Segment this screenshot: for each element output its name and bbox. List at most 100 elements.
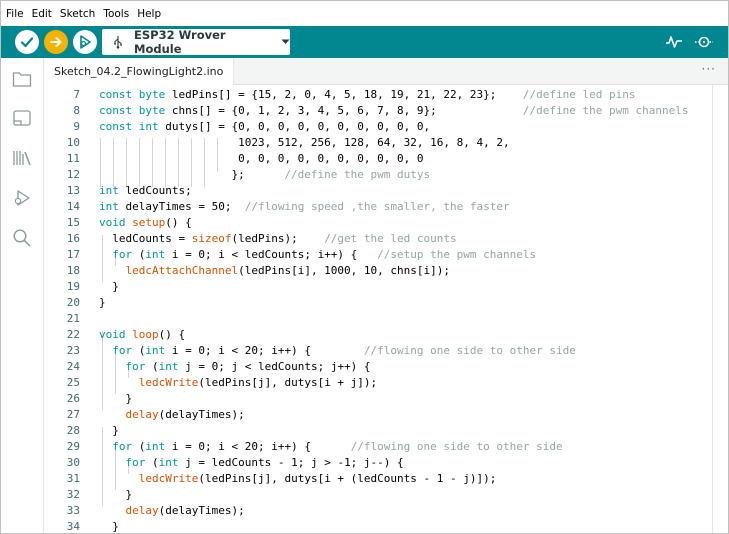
code-line[interactable]: 25 ledcWrite(ledPins[j], dutys[i + j]);: [44, 375, 724, 391]
verify-icon: [20, 37, 34, 48]
menu-tools[interactable]: Tools: [103, 8, 129, 20]
code-line[interactable]: 15 void setup() {: [44, 215, 724, 231]
code-line[interactable]: 27 delay(delayTimes);: [44, 407, 724, 423]
code-line[interactable]: 8 const byte chns[] = {0, 1, 2, 3, 4, 5, …: [44, 103, 724, 119]
upload-button[interactable]: [44, 30, 68, 54]
serial-plotter-icon: [666, 36, 682, 48]
code-line[interactable]: 34 }: [44, 519, 724, 533]
usb-icon: [112, 35, 124, 49]
line-text: }: [99, 280, 119, 293]
boards-manager-button[interactable]: [10, 106, 34, 130]
code-line[interactable]: 16 ledCounts = sizeof(ledPins); //get th…: [44, 231, 724, 247]
line-text: const byte ledPins[] = {15, 2, 0, 4, 5, …: [99, 88, 636, 101]
board-selector[interactable]: ESP32 Wrover Module: [102, 28, 290, 56]
line-text: int ledCounts;: [99, 184, 192, 197]
line-number: 17: [66, 248, 80, 261]
debugger-button[interactable]: [10, 186, 34, 210]
line-number: 29: [66, 440, 80, 453]
tab-label: Sketch_04.2_FlowingLight2.ino: [54, 65, 224, 78]
line-text: ledcWrite(ledPins[j], dutys[i + (ledCoun…: [138, 472, 497, 485]
code-line[interactable]: 19 }: [44, 279, 724, 295]
line-number: 27: [66, 408, 80, 421]
line-text: void loop() {: [99, 328, 186, 341]
line-text: for (int i = 0; i < 20; i++) { //flowing…: [112, 344, 576, 357]
line-number: 20: [66, 296, 80, 309]
line-text: }: [99, 392, 133, 405]
code-line[interactable]: 30 for (int j = ledCounts - 1; j > -1; j…: [44, 455, 724, 471]
line-text: 0, 0, 0, 0, 0, 0, 0, 0, 0, 0: [99, 152, 424, 165]
code-line[interactable]: 31 ledcWrite(ledPins[j], dutys[i + (ledC…: [44, 471, 724, 487]
line-text: void setup() {: [99, 216, 192, 229]
line-number: 15: [66, 216, 80, 229]
line-text: }; //define the pwm dutys: [99, 168, 431, 181]
line-number: 33: [66, 504, 80, 517]
code-line[interactable]: 28 }: [44, 423, 724, 439]
line-number: 16: [66, 232, 80, 245]
menu-bar: File Edit Sketch Tools Help: [1, 1, 728, 26]
library-manager-icon: [13, 151, 31, 166]
code-editor[interactable]: 7 const byte ledPins[] = {15, 2, 0, 4, 5,…: [44, 85, 728, 533]
serial-monitor-button[interactable]: [693, 26, 715, 58]
debug-icon: [80, 35, 91, 49]
line-number: 9: [73, 120, 80, 133]
debug-button[interactable]: [73, 30, 97, 54]
menu-edit[interactable]: Edit: [32, 8, 52, 20]
line-number: 19: [66, 280, 80, 293]
code-line[interactable]: 22 void loop() {: [44, 327, 724, 343]
line-number: 14: [66, 200, 80, 213]
library-manager-button[interactable]: [10, 146, 34, 170]
line-text: for (int i = 0; i < ledCounts; i++) { //…: [112, 248, 537, 261]
verify-button[interactable]: [15, 30, 39, 54]
board-name: ESP32 Wrover Module: [134, 28, 226, 56]
code-line[interactable]: 33 delay(delayTimes);: [44, 503, 724, 519]
editor-scrollbar[interactable]: [712, 85, 713, 533]
line-number: 7: [73, 88, 80, 101]
more-options-icon[interactable]: ···: [702, 62, 716, 76]
code-line[interactable]: 9 const int dutys[] = {0, 0, 0, 0, 0, 0, …: [44, 119, 724, 135]
line-text: 1023, 512, 256, 128, 64, 32, 16, 8, 4, 2…: [99, 136, 510, 149]
ide-window: File Edit Sketch Tools Help ESP32 Wrover…: [0, 0, 729, 534]
code-line[interactable]: 14 int delayTimes = 50; //flowing speed ,…: [44, 199, 724, 215]
code-line[interactable]: 26 }: [44, 391, 724, 407]
line-number: 8: [73, 104, 80, 117]
code-line[interactable]: 13 int ledCounts;: [44, 183, 724, 199]
menu-file[interactable]: File: [6, 8, 24, 20]
boards-manager-icon: [13, 110, 31, 126]
code-line[interactable]: 24 for (int j = 0; j < ledCounts; j++) {: [44, 359, 724, 375]
tab-bar: Sketch_04.2_FlowingLight2.ino ···: [44, 58, 728, 85]
code-line[interactable]: 17 for (int i = 0; i < ledCounts; i++) {…: [44, 247, 724, 263]
serial-plotter-button[interactable]: [665, 26, 683, 58]
sketchbook-icon: [12, 72, 32, 87]
line-text: int delayTimes = 50; //flowing speed ,th…: [99, 200, 510, 213]
line-text: delay(delayTimes);: [125, 504, 245, 517]
chevron-down-icon: [281, 39, 290, 45]
code-line[interactable]: 32 }: [44, 487, 724, 503]
code-line[interactable]: 23 for (int i = 0; i < 20; i++) { //flow…: [44, 343, 724, 359]
line-text: ledcWrite(ledPins[j], dutys[i + j]);: [138, 376, 378, 389]
line-text: const byte chns[] = {0, 1, 2, 3, 4, 5, 6…: [99, 104, 689, 117]
code-line[interactable]: 7 const byte ledPins[] = {15, 2, 0, 4, 5,…: [44, 87, 724, 103]
code-line[interactable]: 11 0, 0, 0, 0, 0, 0, 0, 0, 0, 0: [44, 151, 724, 167]
menu-help[interactable]: Help: [137, 8, 161, 20]
line-number: 28: [66, 424, 80, 437]
line-text: ledcAttachChannel(ledPins[i], 1000, 10, …: [125, 264, 451, 277]
debug-icon: [14, 190, 30, 206]
line-number: 18: [66, 264, 80, 277]
code-line[interactable]: 21: [44, 311, 724, 327]
code-line[interactable]: 20}: [44, 295, 724, 311]
line-number: 13: [66, 184, 80, 197]
sketchbook-button[interactable]: [10, 67, 34, 91]
serial-monitor-icon: [695, 36, 713, 48]
code-line[interactable]: 12 }; //define the pwm dutys: [44, 167, 724, 183]
search-button[interactable]: [10, 226, 34, 250]
menu-sketch[interactable]: Sketch: [60, 8, 95, 20]
tab-sketch[interactable]: Sketch_04.2_FlowingLight2.ino: [44, 58, 235, 85]
line-number: 30: [66, 456, 80, 469]
line-text: }: [99, 488, 133, 501]
line-number: 10: [66, 136, 80, 149]
code-line[interactable]: 10 1023, 512, 256, 128, 64, 32, 16, 8, 4…: [44, 135, 724, 151]
line-text: }: [99, 520, 119, 533]
code-line[interactable]: 29 for (int i = 0; i < 20; i++) { //flow…: [44, 439, 724, 455]
code-line[interactable]: 18 ledcAttachChannel(ledPins[i], 1000, 1…: [44, 263, 724, 279]
toolbar: ESP32 Wrover Module: [1, 26, 728, 58]
